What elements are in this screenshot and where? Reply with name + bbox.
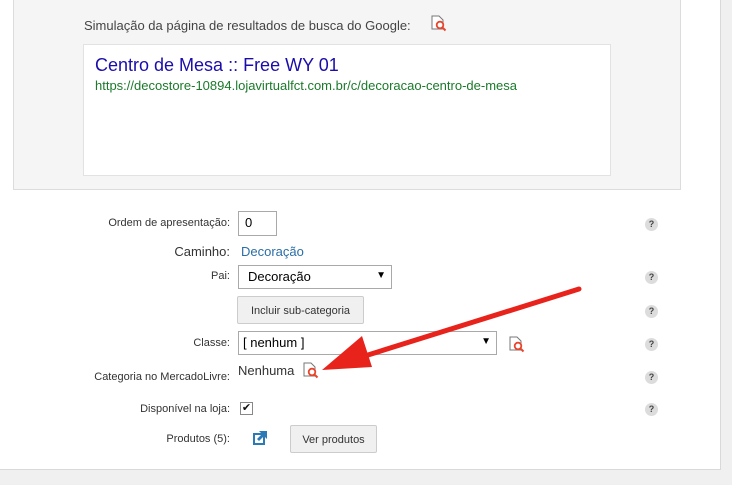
serp-preview-title-text: Simulação da página de resultados de bus… bbox=[84, 18, 411, 33]
help-icon[interactable]: ? bbox=[645, 271, 658, 284]
help-icon[interactable]: ? bbox=[645, 371, 658, 384]
page: Simulação da página de resultados de bus… bbox=[0, 0, 721, 470]
pai-label: Pai: bbox=[211, 270, 230, 282]
produtos-label: Produtos (5): bbox=[166, 433, 230, 445]
checkbox-check-icon: ✔ bbox=[241, 402, 252, 414]
magnifier-document-icon[interactable] bbox=[430, 14, 448, 32]
ordem-input[interactable]: 0 bbox=[238, 211, 277, 236]
ordem-label: Ordem de apresentação: bbox=[108, 217, 230, 229]
serp-result-card: Centro de Mesa :: Free WY 01 https://dec… bbox=[83, 44, 611, 176]
classe-select[interactable]: [ nenhum ] ▼ bbox=[238, 331, 497, 355]
help-icon[interactable]: ? bbox=[645, 218, 658, 231]
magnifier-document-icon[interactable] bbox=[508, 335, 526, 353]
serp-result-url: https://decostore-10894.lojavirtualfct.c… bbox=[95, 78, 517, 93]
pai-select[interactable]: Decoração ▼ bbox=[238, 265, 392, 289]
pai-select-value: Decoração bbox=[248, 269, 311, 284]
serp-result-title[interactable]: Centro de Mesa :: Free WY 01 bbox=[95, 55, 339, 76]
help-icon[interactable]: ? bbox=[645, 403, 658, 416]
select-caret-icon: ▼ bbox=[376, 270, 386, 281]
select-caret-icon: ▼ bbox=[481, 336, 491, 347]
serp-preview-title: Simulação da página de resultados de bus… bbox=[84, 15, 447, 33]
disponivel-label: Disponível na loja: bbox=[140, 403, 230, 415]
caminho-link[interactable]: Decoração bbox=[241, 244, 304, 259]
incluir-sub-categoria-button[interactable]: Incluir sub-categoria bbox=[237, 296, 364, 324]
mercadolivre-value: Nenhuma bbox=[238, 363, 295, 378]
classe-select-value: [ nenhum ] bbox=[243, 335, 305, 350]
mercadolivre-label: Categoria no MercadoLivre: bbox=[94, 371, 230, 383]
disponivel-checkbox[interactable]: ✔ bbox=[240, 402, 253, 415]
magnifier-document-icon[interactable] bbox=[302, 361, 320, 379]
ver-produtos-button[interactable]: Ver produtos bbox=[290, 425, 377, 453]
caminho-label: Caminho: bbox=[174, 244, 230, 259]
external-link-icon[interactable] bbox=[252, 430, 268, 446]
classe-label: Classe: bbox=[193, 337, 230, 349]
help-icon[interactable]: ? bbox=[645, 338, 658, 351]
help-icon[interactable]: ? bbox=[645, 305, 658, 318]
